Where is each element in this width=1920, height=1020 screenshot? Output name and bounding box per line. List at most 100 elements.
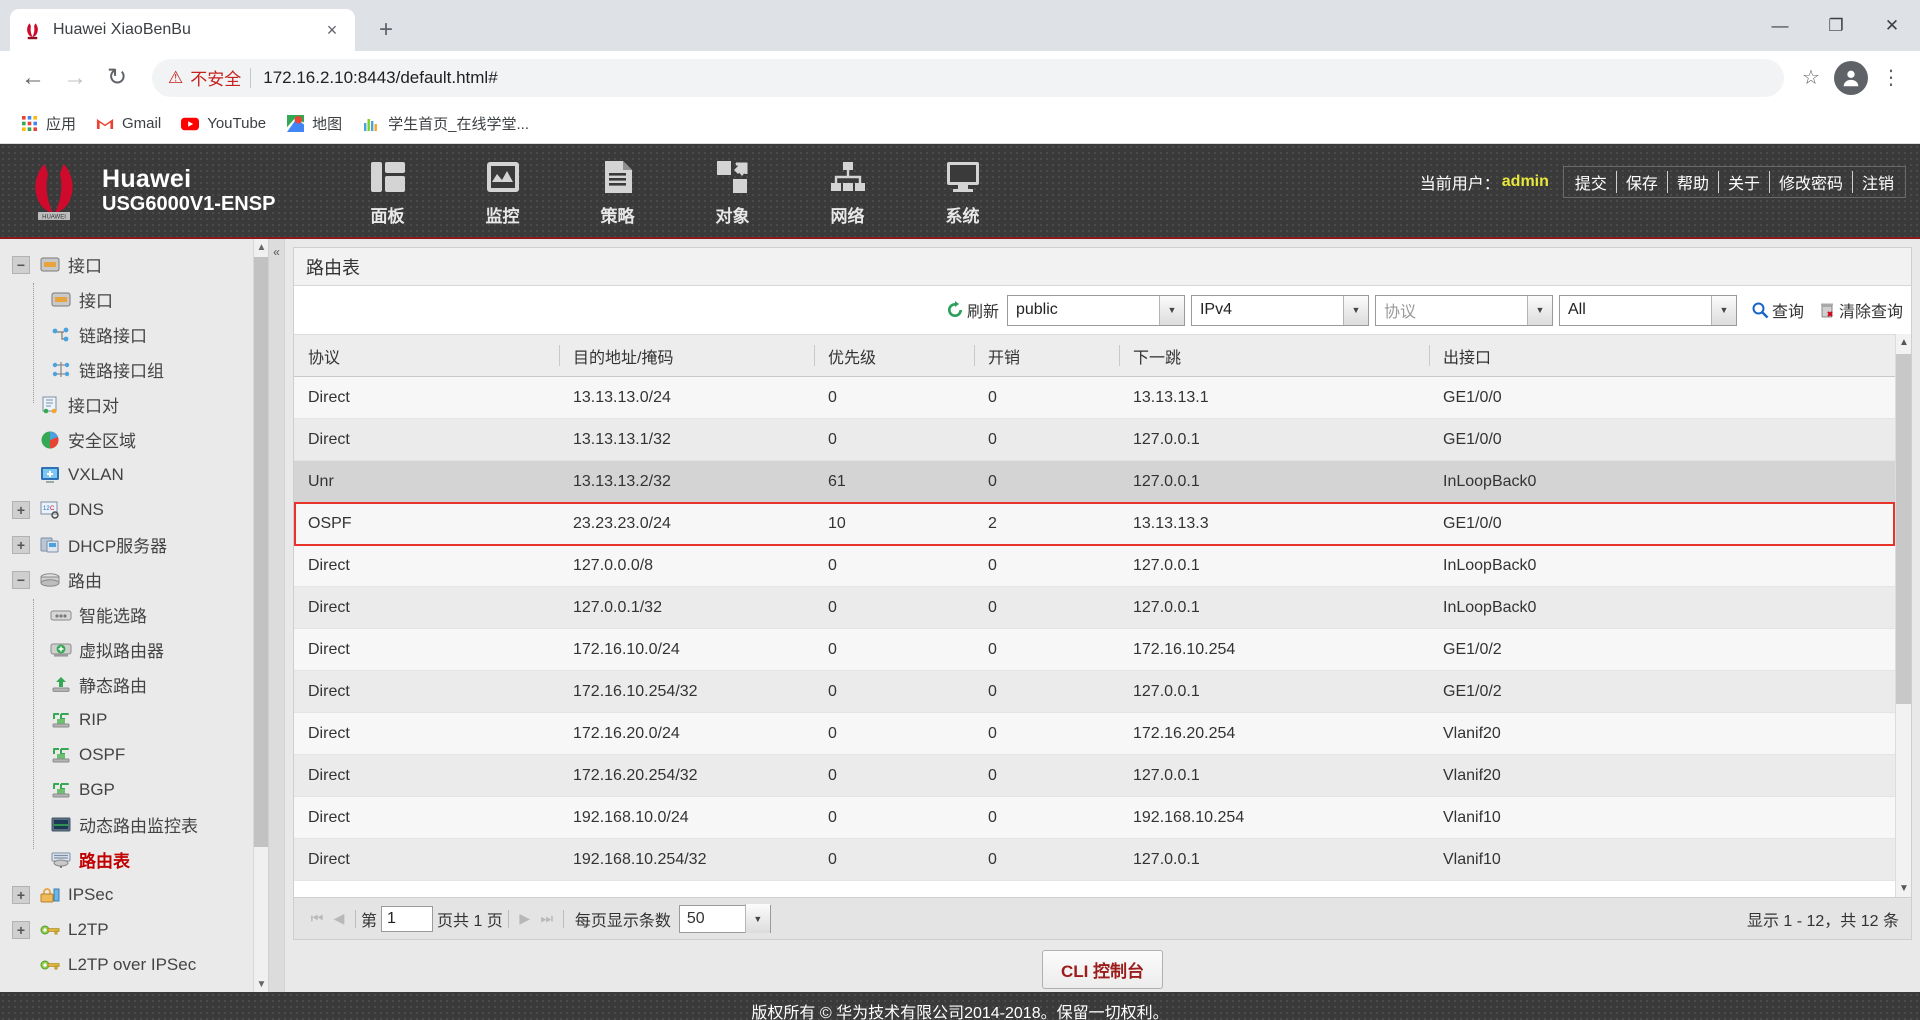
sidebar-item-13[interactable]: RIP	[0, 702, 284, 737]
scroll-up-icon[interactable]: ▲	[254, 239, 269, 255]
expand-icon[interactable]: +	[12, 535, 30, 554]
sidebar-collapse-button[interactable]: «	[268, 239, 284, 992]
table-row[interactable]: OSPF 23.23.23.0/24 10 2 13.13.13.3 GE1/0/0	[294, 502, 1911, 545]
scroll-down-icon[interactable]: ▼	[1896, 880, 1911, 897]
chevron-down-icon[interactable]: ▼	[1342, 295, 1368, 325]
last-page-icon[interactable]: ⏭	[536, 910, 558, 927]
column-header-0[interactable]: 协议	[294, 334, 559, 377]
sidebar-item-17[interactable]: 路由表	[0, 842, 284, 877]
avatar[interactable]	[1834, 60, 1868, 95]
close-icon[interactable]: ×	[321, 19, 343, 41]
nav-system[interactable]: 系统	[905, 143, 1020, 238]
scroll-thumb[interactable]	[1896, 354, 1911, 704]
chevron-down-icon[interactable]: ▼	[744, 904, 770, 933]
scroll-thumb[interactable]	[254, 257, 269, 847]
sidebar-item-12[interactable]: 静态路由	[0, 667, 284, 702]
nav-monitor[interactable]: 监控	[445, 143, 560, 238]
sidebar-item-5[interactable]: 安全区域	[0, 422, 284, 457]
help-link[interactable]: 帮助	[1668, 170, 1718, 194]
sidebar-item-7[interactable]: +12 C DNS	[0, 492, 284, 527]
scroll-up-icon[interactable]: ▲	[1896, 334, 1911, 351]
table-row[interactable]: Direct 127.0.0.0/8 0 0 127.0.0.1 InLoopBack0	[294, 544, 1911, 587]
page-number-input[interactable]: 1	[381, 905, 434, 932]
cli-console-button[interactable]: CLI 控制台	[1041, 949, 1164, 989]
sidebar-scrollbar[interactable]: ▲ ▼	[253, 239, 269, 992]
bookmark-apps[interactable]: 应用	[10, 108, 86, 140]
table-row[interactable]: Direct 127.0.0.1/32 0 0 127.0.0.1 InLoopBack0	[294, 586, 1911, 629]
sidebar-item-3[interactable]: 链路接口组	[0, 352, 284, 387]
sidebar-item-1[interactable]: 接口	[0, 282, 284, 317]
change-password-link[interactable]: 修改密码	[1770, 170, 1852, 194]
back-icon[interactable]: ←	[12, 57, 54, 99]
expand-icon[interactable]: +	[12, 920, 30, 939]
vrf-select[interactable]: public ▼	[1006, 294, 1185, 326]
sidebar-item-2[interactable]: 链路接口	[0, 317, 284, 352]
chevron-down-icon[interactable]: ▼	[1158, 295, 1184, 325]
column-header-2[interactable]: 优先级	[814, 334, 974, 377]
table-row[interactable]: Direct 192.168.10.254/32 0 0 127.0.0.1 Vlanif…	[294, 838, 1911, 881]
next-page-icon[interactable]: ▶	[514, 910, 536, 927]
collapse-icon[interactable]: −	[12, 570, 30, 589]
sidebar-item-20[interactable]: L2TP over IPSec	[0, 947, 284, 982]
protocol-select[interactable]: 协议 ▼	[1374, 294, 1553, 326]
scroll-down-icon[interactable]: ▼	[254, 976, 269, 992]
submit-link[interactable]: 提交	[1566, 170, 1616, 194]
sidebar-item-11[interactable]: 虚拟路由器	[0, 632, 284, 667]
table-row[interactable]: Direct 172.16.10.0/24 0 0 172.16.10.254 GE1/0…	[294, 628, 1911, 671]
bookmark-gmail[interactable]: Gmail	[86, 108, 171, 140]
nav-policy[interactable]: 策略	[560, 143, 675, 238]
first-page-icon[interactable]: ⏮	[306, 910, 328, 927]
bookmark-maps[interactable]: 地图	[276, 108, 352, 140]
sidebar-item-6[interactable]: VXLAN	[0, 457, 284, 492]
reload-icon[interactable]: ↻	[96, 57, 138, 99]
sidebar-item-9[interactable]: − 路由	[0, 562, 284, 597]
browser-menu-icon[interactable]: ⋮	[1874, 68, 1908, 88]
sidebar-item-19[interactable]: + L2TP	[0, 912, 284, 947]
sidebar-item-18[interactable]: + IPSec	[0, 877, 284, 912]
address-bar[interactable]: ⚠ 不安全 172.16.2.10:8443/default.html#	[152, 58, 1784, 97]
sidebar-item-0[interactable]: − 接口	[0, 247, 284, 282]
expand-icon[interactable]: +	[12, 885, 30, 904]
column-header-3[interactable]: 开销	[974, 334, 1119, 377]
scope-select[interactable]: All ▼	[1558, 294, 1737, 326]
expand-icon[interactable]: +	[12, 500, 30, 519]
column-header-5[interactable]: 出接口	[1429, 334, 1911, 377]
sidebar-item-16[interactable]: 动态路由监控表	[0, 807, 284, 842]
about-link[interactable]: 关于	[1719, 170, 1769, 194]
sidebar-item-15[interactable]: BGP	[0, 772, 284, 807]
close-window-icon[interactable]: ✕	[1864, 0, 1920, 51]
table-row[interactable]: Direct 192.168.10.0/24 0 0 192.168.10.254 Vla…	[294, 796, 1911, 839]
chevron-down-icon[interactable]: ▼	[1526, 295, 1552, 325]
save-link[interactable]: 保存	[1617, 170, 1667, 194]
table-row[interactable]: Direct 172.16.10.254/32 0 0 127.0.0.1 GE1/0/2	[294, 670, 1911, 713]
maximize-icon[interactable]: ❐	[1808, 0, 1864, 51]
new-tab-button[interactable]: +	[369, 13, 403, 47]
clear-query-button[interactable]: 清除查询	[1810, 298, 1903, 322]
table-row[interactable]: Direct 172.16.20.0/24 0 0 172.16.20.254 Vlani…	[294, 712, 1911, 755]
table-row[interactable]: Direct 172.16.20.254/32 0 0 127.0.0.1 Vlanif2…	[294, 754, 1911, 797]
sidebar-item-8[interactable]: + DHCP服务器	[0, 527, 284, 562]
prev-page-icon[interactable]: ◀	[328, 910, 350, 927]
table-row[interactable]: Direct 13.13.13.0/24 0 0 13.13.13.1 GE1/0/0	[294, 376, 1911, 419]
collapse-icon[interactable]: −	[12, 255, 30, 274]
page-size-select[interactable]: 50 ▼	[678, 904, 771, 933]
table-row[interactable]: Direct 13.13.13.1/32 0 0 127.0.0.1 GE1/0/0	[294, 418, 1911, 461]
minimize-icon[interactable]: —	[1752, 0, 1808, 51]
browser-tab[interactable]: Huawei XiaoBenBu ×	[10, 9, 355, 51]
sidebar-item-4[interactable]: 接口对	[0, 387, 284, 422]
ip-version-select[interactable]: IPv4 ▼	[1190, 294, 1369, 326]
sidebar-item-10[interactable]: 智能选路	[0, 597, 284, 632]
bookmark-student-home[interactable]: 学生首页_在线学堂...	[352, 108, 539, 140]
nav-object[interactable]: 对象	[675, 143, 790, 238]
refresh-button[interactable]: 刷新	[946, 298, 999, 322]
column-header-1[interactable]: 目的地址/掩码	[559, 334, 814, 377]
column-header-4[interactable]: 下一跳	[1119, 334, 1429, 377]
sidebar-item-14[interactable]: OSPF	[0, 737, 284, 772]
nav-dashboard[interactable]: 面板	[330, 143, 445, 238]
query-button[interactable]: 查询	[1743, 298, 1804, 322]
nav-network[interactable]: 网络	[790, 143, 905, 238]
bookmark-star-icon[interactable]: ☆	[1794, 65, 1828, 90]
bookmark-youtube[interactable]: YouTube	[171, 108, 276, 140]
table-scrollbar[interactable]: ▲ ▼	[1895, 334, 1911, 897]
chevron-down-icon[interactable]: ▼	[1710, 295, 1736, 325]
